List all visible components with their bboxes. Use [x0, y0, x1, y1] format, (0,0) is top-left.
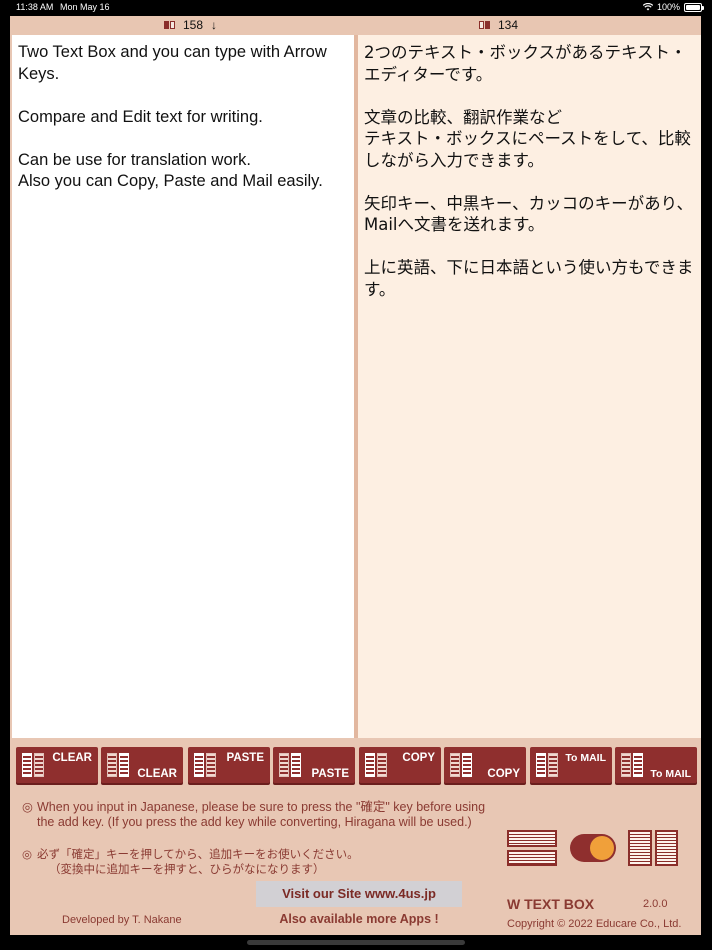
mail-top-button[interactable]: To MAIL [530, 747, 612, 783]
copyright: Copyright © 2022 Educare Co., Ltd. [507, 918, 682, 930]
battery-icon [684, 2, 704, 12]
down-arrow-icon[interactable]: ↓ [211, 18, 217, 32]
wifi-icon [642, 3, 653, 11]
status-time: 11:38 AM [16, 2, 54, 12]
document-icon [279, 753, 301, 777]
note-english-text: When you input in Japanese, please be su… [37, 800, 486, 829]
home-indicator[interactable] [247, 940, 465, 945]
more-apps-link[interactable]: Also available more Apps ! [256, 912, 462, 926]
app-name: W TEXT BOX [507, 896, 595, 912]
button-label: CLEAR [52, 752, 92, 764]
layout-toggle[interactable] [570, 834, 616, 862]
developer-credit: Developed by T. Nakane [62, 914, 182, 926]
button-label: COPY [402, 752, 435, 764]
clear-bottom-button[interactable]: CLEAR [101, 747, 183, 783]
button-label: To MAIL [565, 752, 606, 764]
document-icon [536, 753, 558, 777]
note-english: ◎ When you input in Japanese, please be … [22, 800, 492, 830]
button-label: To MAIL [650, 768, 691, 780]
document-icon [621, 753, 643, 777]
stacked-layout-icon[interactable] [507, 830, 557, 866]
toggle-knob [590, 836, 614, 860]
note-bullet: ◎ [22, 847, 33, 861]
button-label: PASTE [311, 768, 350, 780]
left-text-box[interactable]: Two Text Box and you can type with Arrow… [12, 35, 354, 738]
status-date: Mon May 16 [60, 2, 110, 12]
visit-site-button[interactable]: Visit our Site www.4us.jp [256, 881, 462, 907]
note-japanese: ◎ 必ず「確定」キーを押してから、追加キーをお使いください。 （変換中に追加キー… [22, 847, 492, 877]
copy-top-button[interactable]: COPY [359, 747, 441, 783]
document-icon [365, 753, 387, 777]
left-page-icon [164, 21, 175, 29]
right-text-box[interactable]: 2つのテキスト・ボックスがあるテキスト・エディターです。 文章の比較、翻訳作業な… [358, 35, 701, 738]
document-icon [22, 753, 44, 777]
left-char-count: 158 [183, 18, 204, 32]
app-version: 2.0.0 [643, 898, 668, 910]
left-header: 158 ↓ [164, 18, 217, 32]
status-bar: 11:38 AM Mon May 16 100% [0, 0, 712, 16]
status-right: 100% [642, 2, 704, 12]
right-header: 134 [479, 18, 518, 32]
battery-percent: 100% [656, 2, 680, 12]
document-icon [107, 753, 129, 777]
paste-bottom-button[interactable]: PASTE [273, 747, 355, 783]
button-label: PASTE [226, 752, 265, 764]
document-icon [450, 753, 472, 777]
right-page-icon [479, 21, 490, 29]
button-label: CLEAR [137, 768, 177, 780]
copy-bottom-button[interactable]: COPY [444, 747, 526, 783]
usage-notes: ◎ When you input in Japanese, please be … [22, 800, 492, 877]
right-char-count: 134 [498, 18, 519, 32]
side-by-side-layout-icon[interactable] [628, 830, 678, 866]
header-bar: 158 ↓ 134 [10, 16, 701, 35]
mail-bottom-button[interactable]: To MAIL [615, 747, 697, 783]
action-button-row: CLEAR CLEAR PASTE PASTE COPY COPY To MAI… [10, 747, 701, 784]
note-japanese-line1: 必ず「確定」キーを押してから、追加キーをお使いください。 [37, 847, 359, 861]
note-japanese-line2: （変換中に追加キーを押すと、ひらがなになります） [49, 862, 325, 876]
note-bullet: ◎ [22, 800, 33, 814]
clear-top-button[interactable]: CLEAR [16, 747, 98, 783]
button-label: COPY [487, 768, 520, 780]
document-icon [194, 753, 216, 777]
app-window: 158 ↓ 134 Two Text Box and you can type … [10, 16, 701, 935]
paste-top-button[interactable]: PASTE [188, 747, 270, 783]
